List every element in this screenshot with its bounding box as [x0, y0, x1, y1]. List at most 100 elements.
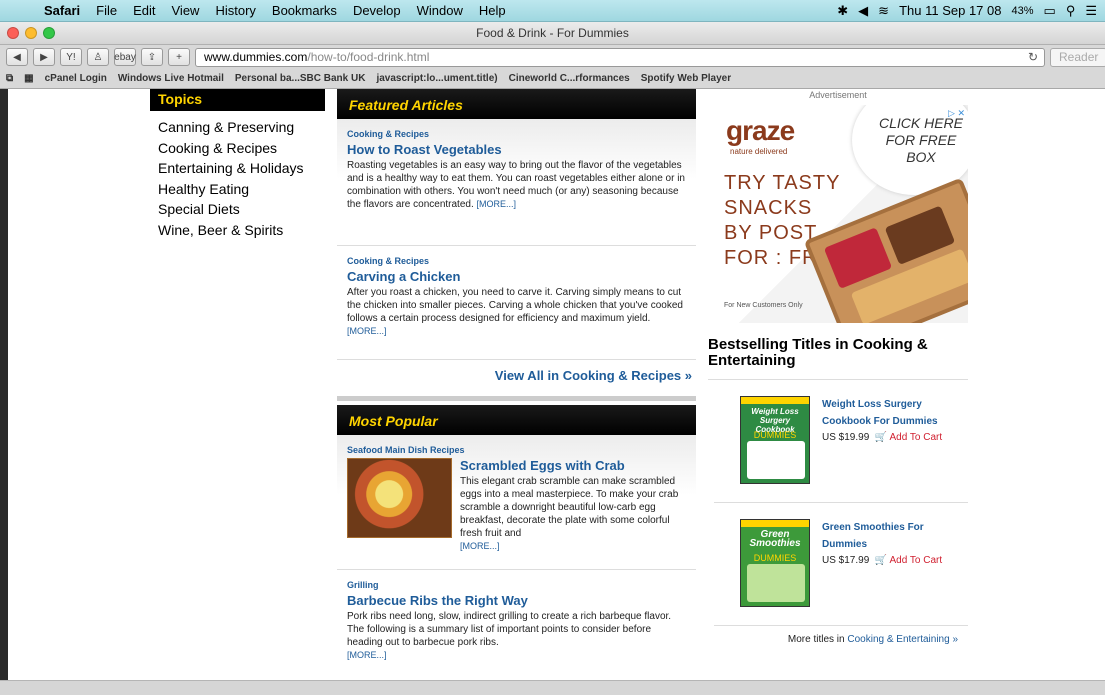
- book-cover[interactable]: Weight Loss Surgery Cookbook DUMMIES: [740, 396, 810, 484]
- url-host: www.dummies.com: [204, 49, 308, 64]
- article-body: Scrambled Eggs with Crab This elegant cr…: [347, 458, 686, 553]
- bookmark-item[interactable]: Windows Live Hotmail: [118, 73, 224, 84]
- reload-icon[interactable]: ↻: [1028, 49, 1044, 66]
- book-title[interactable]: Green Smoothies For Dummies: [822, 519, 942, 553]
- ad-cta: CLICK HERE FOR FREE BOX: [878, 115, 964, 165]
- article-title[interactable]: How to Roast Vegetables: [347, 142, 686, 157]
- topic-link[interactable]: Canning & Preserving: [158, 117, 317, 138]
- clock[interactable]: Thu 11 Sep 17 08: [899, 3, 1001, 18]
- menu-view[interactable]: View: [164, 3, 208, 18]
- spotlight-icon[interactable]: ⚲: [1066, 3, 1076, 19]
- bookmarks-book-icon[interactable]: ⧉: [6, 73, 13, 84]
- close-icon[interactable]: [7, 27, 19, 39]
- bookmark-item[interactable]: cPanel Login: [45, 73, 107, 84]
- menu-history[interactable]: History: [207, 3, 263, 18]
- yahoo-extension-icon[interactable]: Y!: [60, 48, 82, 66]
- volume-icon[interactable]: ◀︎: [858, 3, 868, 19]
- toolbar: ◀ ▶ Y! ♙ ebay ⇪ + www.dummies.com /how-t…: [0, 45, 1105, 69]
- popular-heading: Most Popular: [337, 405, 696, 435]
- article-summary: After you roast a chicken, you need to c…: [347, 287, 683, 336]
- topic-link[interactable]: Entertaining & Holidays: [158, 158, 317, 179]
- menu-app-name[interactable]: Safari: [36, 3, 88, 18]
- top-sites-icon[interactable]: ▦: [24, 73, 33, 84]
- reader-button[interactable]: Reader: [1050, 47, 1105, 67]
- topics-panel: Topics Canning & Preserving Cooking & Re…: [150, 89, 325, 247]
- graze-logo: graze: [726, 115, 795, 146]
- article-title[interactable]: Scrambled Eggs with Crab: [460, 458, 686, 473]
- zoom-icon[interactable]: [43, 27, 55, 39]
- add-to-cart-link[interactable]: Add To Cart: [890, 555, 943, 566]
- status-bar: [0, 680, 1105, 695]
- battery-level[interactable]: 43%: [1011, 5, 1033, 17]
- forward-button[interactable]: ▶: [33, 48, 55, 66]
- topic-link[interactable]: Cooking & Recipes: [158, 138, 317, 159]
- more-link[interactable]: [MORE...]: [477, 199, 517, 209]
- bestselling-heading: Bestselling Titles in Cooking & Entertai…: [708, 337, 968, 380]
- window-controls: [7, 27, 55, 39]
- book-cover[interactable]: Green Smoothies DUMMIES: [740, 519, 810, 607]
- wifi-icon[interactable]: ≋: [878, 3, 889, 19]
- topic-link[interactable]: Special Diets: [158, 199, 317, 220]
- more-titles-link[interactable]: Cooking & Entertaining »: [847, 634, 958, 645]
- right-margin: [986, 89, 1105, 680]
- article-category[interactable]: Grilling: [347, 580, 686, 590]
- more-link[interactable]: [MORE...]: [460, 541, 500, 551]
- bookmark-item[interactable]: Spotify Web Player: [641, 73, 731, 84]
- ad-footnote: For New Customers Only: [724, 302, 803, 309]
- topic-link[interactable]: Healthy Eating: [158, 179, 317, 200]
- back-button[interactable]: ◀: [6, 48, 28, 66]
- graze-advertisement[interactable]: CLICK HERE FOR FREE BOX graze nature del…: [708, 105, 968, 323]
- menu-file[interactable]: File: [88, 3, 125, 18]
- book-item: Green Smoothies DUMMIES Green Smoothies …: [714, 503, 968, 626]
- share-icon[interactable]: ⇪: [141, 48, 163, 66]
- article-title[interactable]: Barbecue Ribs the Right Way: [347, 593, 686, 608]
- more-link[interactable]: [MORE...]: [347, 650, 387, 660]
- bookmark-item[interactable]: Personal ba...SBC Bank UK: [235, 73, 366, 84]
- topic-link[interactable]: Wine, Beer & Spirits: [158, 220, 317, 241]
- bluetooth-icon[interactable]: ✱: [837, 3, 848, 19]
- article-title[interactable]: Carving a Chicken: [347, 269, 686, 284]
- minimize-icon[interactable]: [25, 27, 37, 39]
- article-card: Seafood Main Dish Recipes Scrambled Eggs…: [337, 435, 696, 570]
- cart-icon[interactable]: 🛒: [875, 555, 887, 566]
- menu-bar: Safari File Edit View History Bookmarks …: [0, 0, 1105, 22]
- article-category[interactable]: Cooking & Recipes: [347, 256, 686, 266]
- menu-develop[interactable]: Develop: [345, 3, 409, 18]
- book-item: Weight Loss Surgery Cookbook DUMMIES Wei…: [714, 380, 968, 503]
- main-column: Featured Articles Cooking & Recipes How …: [337, 89, 696, 672]
- more-titles: More titles in Cooking & Entertaining »: [787, 634, 958, 645]
- graze-tagline: nature delivered: [730, 147, 788, 156]
- menu-help[interactable]: Help: [471, 3, 514, 18]
- bookmark-item[interactable]: javascript:lo...ument.title): [376, 73, 497, 84]
- menu-window[interactable]: Window: [409, 3, 471, 18]
- adchoices-icon[interactable]: ▷ ✕: [948, 108, 965, 119]
- extension-icon[interactable]: ♙: [87, 48, 109, 66]
- ebay-extension-icon[interactable]: ebay: [114, 48, 136, 66]
- battery-icon[interactable]: ▭: [1044, 3, 1056, 19]
- topics-heading: Topics: [150, 89, 325, 111]
- menu-bookmarks[interactable]: Bookmarks: [264, 3, 345, 18]
- article-category[interactable]: Seafood Main Dish Recipes: [347, 445, 686, 455]
- article-card: Grilling Barbecue Ribs the Right Way Por…: [337, 570, 696, 672]
- left-edge: [0, 89, 8, 680]
- window-title-bar: Food & Drink - For Dummies: [0, 22, 1105, 45]
- view-all-link[interactable]: View All in Cooking & Recipes »: [337, 360, 696, 396]
- book-title[interactable]: Weight Loss Surgery Cookbook For Dummies: [822, 396, 942, 430]
- book-price: US $17.99: [822, 555, 870, 566]
- advertisement-label: Advertisement: [809, 90, 867, 100]
- topics-list: Canning & Preserving Cooking & Recipes E…: [150, 111, 325, 247]
- new-tab-icon[interactable]: +: [168, 48, 190, 66]
- notification-icon[interactable]: ☰: [1085, 3, 1097, 19]
- article-summary: This elegant crab scramble can make scra…: [460, 476, 679, 551]
- menu-edit[interactable]: Edit: [125, 3, 163, 18]
- cart-icon[interactable]: 🛒: [875, 432, 887, 443]
- add-to-cart-link[interactable]: Add To Cart: [890, 432, 943, 443]
- address-bar[interactable]: www.dummies.com /how-to/food-drink.html …: [195, 47, 1045, 67]
- article-summary: Roasting vegetables is an easy way to br…: [347, 160, 685, 210]
- article-category[interactable]: Cooking & Recipes: [347, 129, 686, 139]
- scrambled-eggs-image[interactable]: [347, 458, 452, 538]
- bookmark-item[interactable]: Cineworld C...rformances: [509, 73, 630, 84]
- more-link[interactable]: [MORE...]: [347, 326, 387, 336]
- window-title: Food & Drink - For Dummies: [476, 26, 629, 40]
- status-area: ✱ ◀︎ ≋ Thu 11 Sep 17 08 43% ▭ ⚲ ☰: [837, 3, 1105, 19]
